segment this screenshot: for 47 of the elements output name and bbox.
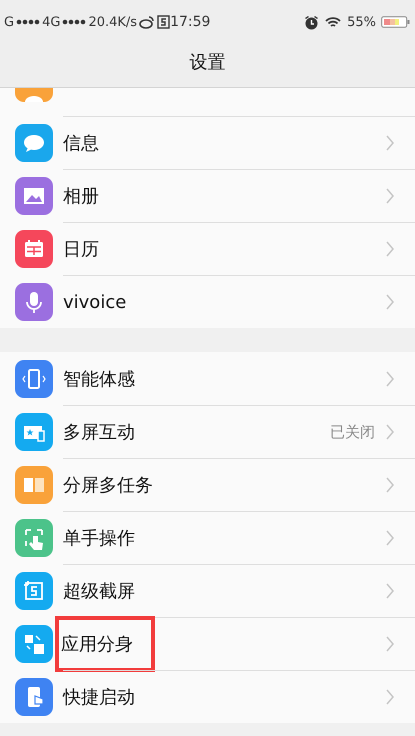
signal-icon — [62, 17, 86, 27]
chevron-icon — [385, 583, 395, 599]
battery-icon — [381, 15, 411, 29]
network-speed: 20.4K/s — [88, 14, 138, 30]
settings-item[interactable]: vivoice — [0, 275, 415, 328]
chevron-icon — [385, 424, 395, 440]
signal-icon — [16, 17, 40, 27]
item-label: 智能体感 — [62, 368, 136, 392]
chevron-icon — [385, 530, 395, 546]
battery-level: 55% — [347, 14, 376, 30]
chevron-icon — [385, 294, 395, 310]
chevron-icon — [385, 636, 395, 652]
settings-item[interactable]: 单手操作 — [0, 511, 415, 564]
settings-item[interactable]: 相册 — [0, 169, 415, 222]
item-label: 分屏多任务 — [62, 474, 154, 498]
item-label: 相册 — [62, 185, 100, 209]
alarm-icon — [304, 14, 320, 30]
clock-time: 17:59 — [170, 14, 210, 30]
settings-item[interactable]: 日历 — [0, 222, 415, 275]
settings-item[interactable]: 多屏互动 已关闭 — [0, 405, 415, 458]
chevron-icon — [385, 370, 395, 386]
item-label: 应用分身 — [55, 616, 155, 672]
chevron-icon — [385, 188, 395, 204]
item-label: vivoice — [62, 290, 128, 314]
item-label: 单手操作 — [62, 527, 136, 551]
chevron-icon — [385, 241, 395, 257]
carrier-label: G — [4, 14, 14, 30]
item-value: 已关闭 — [330, 422, 375, 442]
settings-item[interactable]: 分屏多任务 — [0, 458, 415, 511]
weibo-icon — [139, 15, 156, 29]
wifi-icon — [324, 15, 342, 29]
chevron-icon — [385, 477, 395, 493]
network-label: 4G — [42, 14, 60, 30]
item-label: 超级截屏 — [62, 580, 136, 604]
settings-item[interactable]: 超级截屏 — [0, 564, 415, 617]
settings-item[interactable]: 应用分身 — [0, 617, 415, 670]
item-label: 信息 — [62, 132, 100, 156]
item-label: 多屏互动 — [62, 421, 136, 445]
item-label: 快捷启动 — [62, 686, 136, 710]
settings-item[interactable]: 快捷启动 — [0, 670, 415, 723]
settings-item[interactable]: 信息 — [0, 116, 415, 169]
settings-item[interactable]: 智能体感 — [0, 352, 415, 405]
page-title: 设置 — [188, 50, 226, 74]
item-label: 日历 — [62, 238, 100, 262]
chevron-icon — [385, 135, 395, 151]
chevron-icon — [385, 689, 395, 705]
notification-icon — [157, 15, 170, 29]
